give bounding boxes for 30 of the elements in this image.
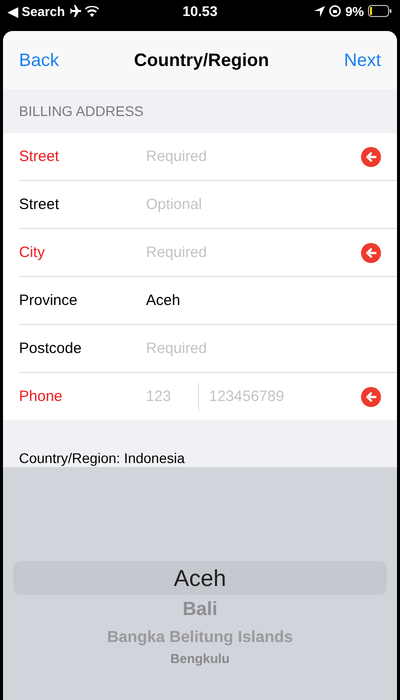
nav-title: Country/Region — [134, 50, 269, 70]
section-header: BILLING ADDRESS — [18, 102, 144, 121]
field-label: City — [19, 244, 46, 261]
picker-option[interactable]: Bangka Belitung Islands — [13, 625, 387, 651]
picker-option[interactable]: Bali — [13, 595, 387, 625]
field-label: Street — [19, 196, 60, 213]
input-field[interactable]: Aceh — [146, 292, 381, 309]
input-field[interactable]: Optional — [146, 196, 381, 213]
field-label: Phone — [19, 388, 64, 405]
battery-icon — [368, 5, 392, 17]
country-note: Country/Region: Indonesia — [18, 449, 186, 467]
country-code-field[interactable]: 123 — [146, 388, 186, 405]
field-label: Postcode — [19, 340, 83, 357]
battery-percent: 9% — [345, 4, 364, 18]
status-back-link[interactable]: ◀ Search — [8, 4, 65, 18]
next-button[interactable]: Next — [344, 50, 381, 70]
location-arrow-icon — [314, 6, 326, 16]
phone-field[interactable]: 123456789 — [209, 388, 361, 405]
airplane-icon — [68, 5, 81, 17]
input-field[interactable]: Required — [146, 148, 361, 165]
picker-option[interactable]: Bengkulu — [13, 651, 387, 667]
input-field[interactable]: Required — [146, 244, 361, 261]
rotation-lock-icon — [329, 5, 342, 17]
clock: 10.53 — [182, 3, 218, 19]
input-field[interactable]: Required — [146, 340, 381, 357]
back-button[interactable]: Back — [19, 50, 60, 70]
field-label: Province — [19, 292, 78, 309]
wifi-icon — [84, 6, 99, 16]
field-label: Street — [19, 148, 60, 165]
picker-option[interactable]: Aceh — [13, 561, 387, 595]
